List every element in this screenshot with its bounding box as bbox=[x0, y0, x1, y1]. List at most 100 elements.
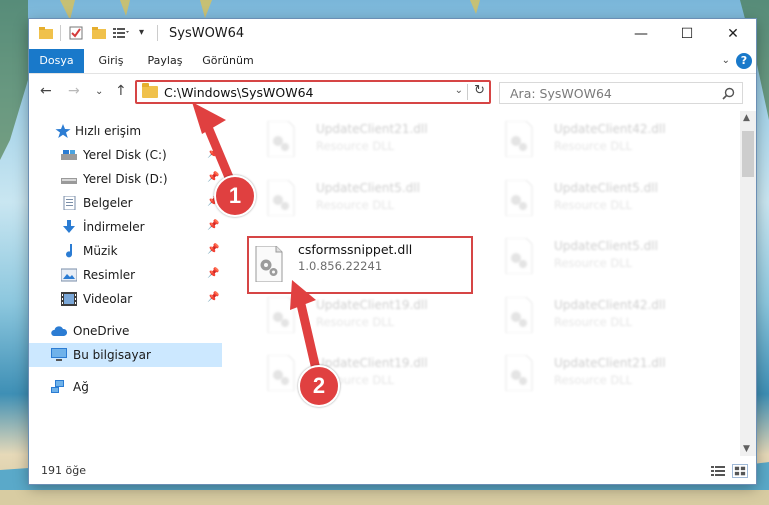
explorer-window: ▾ SysWOW64 — ☐ ✕ Dosya Giriş Paylaş Görü… bbox=[29, 19, 756, 484]
recent-locations-icon[interactable]: ⌄ bbox=[95, 86, 103, 97]
documents-icon bbox=[63, 196, 76, 210]
minimize-button[interactable]: — bbox=[618, 19, 664, 49]
dll-file-icon bbox=[505, 238, 533, 274]
search-placeholder[interactable]: Ara: SysWOW64 bbox=[510, 86, 612, 101]
search-box[interactable]: Ara: SysWOW64 bbox=[499, 82, 743, 104]
scrollbar-thumb[interactable] bbox=[742, 131, 754, 177]
file-name: UpdateClient5.dll bbox=[316, 181, 420, 195]
sidebar-item-label: İndirmeler bbox=[83, 220, 145, 234]
dll-file-icon bbox=[505, 297, 533, 333]
dll-file-icon bbox=[267, 297, 295, 333]
sidebar-item-label: Resimler bbox=[83, 268, 136, 282]
file-name: UpdateClient42.dll bbox=[554, 122, 666, 136]
file-item[interactable]: UpdateClient5.dll Resource DLL bbox=[246, 172, 476, 230]
file-name: UpdateClient19.dll bbox=[316, 356, 428, 370]
sidebar-item-quick-access[interactable]: Hızlı erişim bbox=[29, 119, 222, 143]
dll-file-icon bbox=[505, 355, 533, 391]
file-item[interactable]: UpdateClient42.dll Resource DLL bbox=[484, 113, 714, 171]
dll-file-icon bbox=[267, 355, 295, 391]
computer-icon bbox=[51, 348, 67, 361]
network-icon bbox=[51, 380, 64, 393]
details-view-icon[interactable] bbox=[710, 464, 726, 478]
address-bar[interactable]: C:\Windows\SysWOW64 ⌄ ↻ bbox=[135, 80, 491, 104]
sidebar-item-pictures[interactable]: Resimler 📌 bbox=[29, 263, 222, 287]
highlighted-file-item[interactable]: csformssnippet.dll 1.0.856.22241 bbox=[247, 236, 473, 294]
refresh-icon[interactable]: ↻ bbox=[474, 83, 485, 98]
dll-file-icon bbox=[267, 180, 295, 216]
file-name: UpdateClient42.dll bbox=[554, 298, 666, 312]
pin-icon[interactable]: 📌 bbox=[207, 292, 219, 303]
file-name: UpdateClient21.dll bbox=[316, 122, 428, 136]
sidebar-item-local-disk-d[interactable]: Yerel Disk (D:) 📌 bbox=[29, 167, 222, 191]
sidebar-item-documents[interactable]: Belgeler 📌 bbox=[29, 191, 222, 215]
vertical-scrollbar[interactable]: ▲ ▼ bbox=[740, 111, 756, 456]
sidebar-item-downloads[interactable]: İndirmeler 📌 bbox=[29, 215, 222, 239]
cloud-icon bbox=[51, 326, 67, 336]
file-description: Resource DLL bbox=[554, 256, 633, 270]
address-dropdown-icon[interactable]: ⌄ bbox=[455, 85, 463, 96]
file-description: Resource DLL bbox=[316, 198, 395, 212]
sidebar-item-videos[interactable]: Videolar 📌 bbox=[29, 287, 222, 311]
drive-icon bbox=[61, 178, 77, 184]
file-description: Resource DLL bbox=[554, 198, 633, 212]
help-button[interactable]: ? bbox=[736, 53, 752, 69]
drive-icon bbox=[61, 150, 77, 160]
sidebar-item-this-pc[interactable]: Bu bilgisayar bbox=[29, 343, 222, 367]
dll-file-icon bbox=[267, 121, 295, 157]
pin-icon[interactable]: 📌 bbox=[207, 220, 219, 231]
file-name: UpdateClient21.dll bbox=[554, 356, 666, 370]
properties-icon[interactable] bbox=[69, 26, 83, 40]
dll-file-icon bbox=[505, 121, 533, 157]
titlebar-divider-2 bbox=[157, 25, 158, 41]
sidebar-item-music[interactable]: Müzik 📌 bbox=[29, 239, 222, 263]
sidebar-item-label: Ağ bbox=[73, 380, 89, 394]
file-name: UpdateClient5.dll bbox=[554, 181, 658, 195]
folder-icon bbox=[39, 27, 53, 39]
sidebar-item-label: OneDrive bbox=[73, 324, 130, 338]
pin-icon[interactable]: 📌 bbox=[207, 148, 219, 159]
sidebar-item-onedrive[interactable]: OneDrive bbox=[29, 319, 222, 343]
search-icon[interactable] bbox=[722, 87, 735, 100]
title-bar: ▾ SysWOW64 — ☐ ✕ bbox=[29, 19, 756, 49]
file-name: UpdateClient19.dll bbox=[316, 298, 428, 312]
file-item[interactable]: UpdateClient19.dll Resource DLL bbox=[246, 289, 476, 347]
tab-giris[interactable]: Giriş bbox=[91, 49, 131, 73]
address-path[interactable]: C:\Windows\SysWOW64 bbox=[164, 85, 313, 100]
file-item[interactable]: UpdateClient42.dll Resource DLL bbox=[484, 289, 714, 347]
maximize-button[interactable]: ☐ bbox=[664, 19, 710, 49]
file-item[interactable]: UpdateClient21.dll Resource DLL bbox=[246, 113, 476, 171]
item-count: 191 öğe bbox=[41, 464, 86, 477]
dll-file-icon bbox=[505, 180, 533, 216]
tab-paylas[interactable]: Paylaş bbox=[143, 49, 187, 73]
new-folder-icon[interactable] bbox=[92, 27, 106, 39]
file-description: Resource DLL bbox=[316, 315, 395, 329]
pin-icon[interactable]: 📌 bbox=[207, 244, 219, 255]
expand-ribbon-icon[interactable]: ⌄ bbox=[722, 55, 730, 66]
sidebar-item-network[interactable]: Ağ bbox=[29, 375, 222, 399]
music-icon bbox=[66, 244, 73, 258]
back-arrow-icon[interactable]: ← bbox=[40, 83, 52, 99]
close-button[interactable]: ✕ bbox=[710, 19, 756, 49]
tab-gorunum[interactable]: Görünüm bbox=[199, 49, 257, 73]
sidebar-item-label: Yerel Disk (D:) bbox=[83, 172, 168, 186]
file-name: UpdateClient5.dll bbox=[554, 239, 658, 253]
view-options-icon[interactable] bbox=[113, 27, 129, 39]
forward-arrow-icon[interactable]: → bbox=[68, 83, 80, 99]
pin-icon[interactable]: 📌 bbox=[207, 172, 219, 183]
sidebar-item-label: Videolar bbox=[83, 292, 133, 306]
customize-toolbar-icon[interactable]: ▾ bbox=[139, 27, 144, 38]
tab-dosya[interactable]: Dosya bbox=[29, 49, 84, 73]
file-item[interactable]: UpdateClient19.dll Resource DLL bbox=[246, 347, 476, 405]
file-item[interactable]: UpdateClient21.dll Resource DLL bbox=[484, 347, 714, 405]
up-arrow-icon[interactable]: ↑ bbox=[115, 83, 127, 99]
scroll-down-icon[interactable]: ▼ bbox=[743, 444, 750, 454]
file-name: csformssnippet.dll bbox=[298, 242, 413, 257]
file-item[interactable]: UpdateClient5.dll Resource DLL bbox=[484, 172, 714, 230]
scroll-up-icon[interactable]: ▲ bbox=[743, 113, 750, 123]
pin-icon[interactable]: 📌 bbox=[207, 268, 219, 279]
sidebar-item-local-disk-c[interactable]: Yerel Disk (C:) 📌 bbox=[29, 143, 222, 167]
titlebar-divider bbox=[60, 25, 61, 41]
pictures-icon bbox=[61, 268, 77, 282]
large-icons-view-icon[interactable] bbox=[732, 464, 748, 478]
file-item[interactable]: UpdateClient5.dll Resource DLL bbox=[484, 230, 714, 288]
